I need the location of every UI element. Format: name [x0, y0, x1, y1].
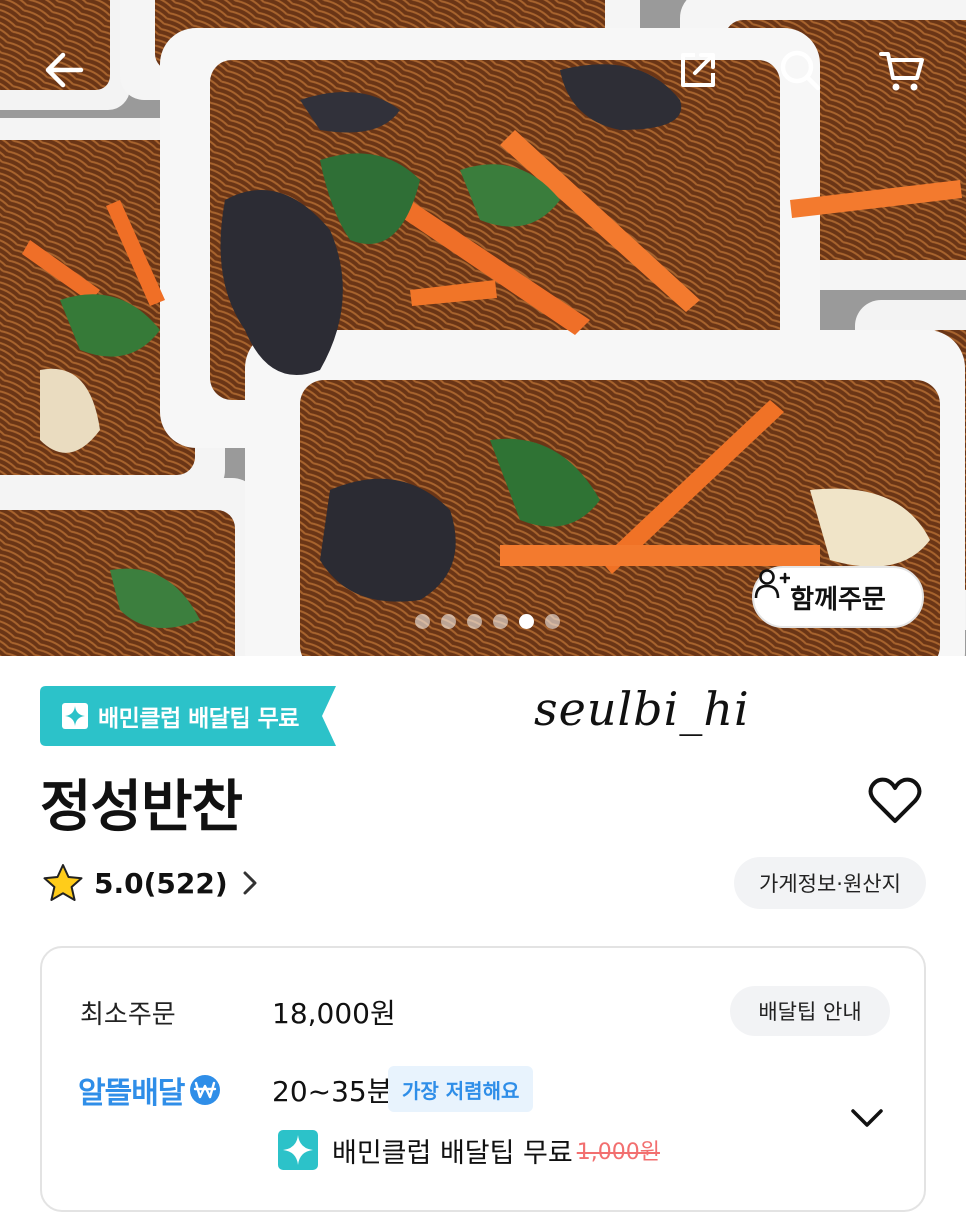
person-add-icon — [754, 569, 790, 599]
carousel-dot[interactable] — [440, 614, 456, 629]
star-icon — [43, 864, 83, 901]
store-name: 정성반찬 — [40, 775, 243, 840]
cart-button[interactable] — [872, 40, 932, 100]
chevron-right-icon — [243, 871, 257, 895]
group-order-label: 함께주문 — [790, 584, 886, 615]
store-info-origin-button[interactable]: 가게정보·원산지 — [734, 857, 926, 909]
club-delivery-text: 배민클럽 배달팁 무료 — [332, 1137, 573, 1169]
delivery-time: 20~35분 — [272, 1075, 393, 1108]
club-free-delivery-row: 배민클럽 배달팁 무료 1,000원 — [278, 1128, 660, 1172]
store-hero-image[interactable]: 함께주문 — [0, 0, 966, 656]
carousel-dot[interactable] — [414, 614, 430, 629]
rating-value: 5.0(522) — [94, 866, 228, 900]
favorite-button[interactable] — [862, 768, 928, 834]
delivery-info-card: 최소주문 18,000원 배달팁 안내 알뜰배달 20~35분 가장 저렴해요 … — [40, 946, 926, 1212]
expand-delivery-button[interactable] — [842, 1098, 892, 1138]
cheapest-tag: 가장 저렴해요 — [388, 1066, 534, 1112]
search-icon — [780, 50, 821, 91]
won-coin-icon — [190, 1075, 221, 1105]
club-free-delivery-badge: 배민클럽 배달팁 무료 — [40, 686, 336, 746]
search-button[interactable] — [770, 40, 830, 100]
carousel-dot[interactable] — [466, 614, 482, 629]
rating-link[interactable]: 5.0(522) — [42, 860, 258, 906]
min-order-value: 18,000원 — [272, 997, 396, 1030]
chevron-down-icon — [851, 1109, 883, 1127]
original-delivery-fee: 1,000원 — [576, 1140, 660, 1165]
cart-icon — [879, 52, 924, 91]
back-button[interactable] — [34, 40, 94, 100]
share-icon — [681, 53, 715, 87]
club-star-icon — [278, 1130, 318, 1170]
share-button[interactable] — [668, 40, 728, 100]
carousel-dot[interactable] — [492, 614, 508, 629]
group-order-button[interactable]: 함께주문 — [752, 566, 924, 628]
arrow-left-icon — [45, 52, 84, 88]
heart-icon — [868, 777, 922, 823]
carousel-dot[interactable] — [544, 614, 560, 629]
min-order-label: 최소주문 — [80, 1000, 176, 1030]
alddeul-delivery-logo: 알뜰배달 — [78, 1068, 222, 1112]
carousel-dot-active[interactable] — [518, 614, 534, 629]
club-badge-label: 배민클럽 배달팁 무료 — [98, 706, 299, 732]
alddeul-delivery-label: 알뜰배달 — [78, 1076, 185, 1111]
delivery-tip-info-button[interactable]: 배달팁 안내 — [730, 986, 890, 1036]
club-star-icon — [62, 703, 88, 729]
watermark-signature: seulbi_hi — [534, 682, 750, 736]
